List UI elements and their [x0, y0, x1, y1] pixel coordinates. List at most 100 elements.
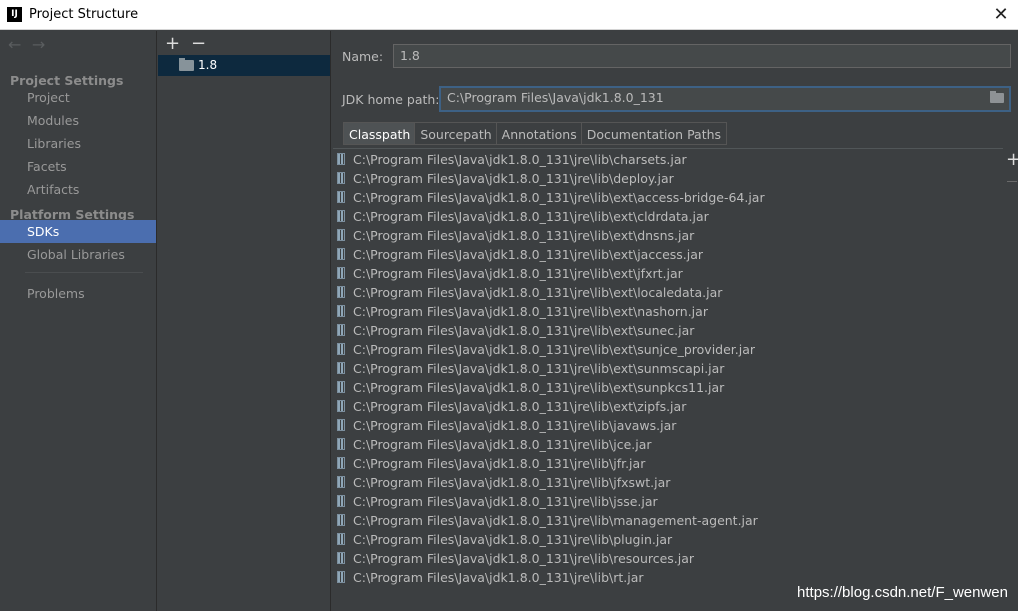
jar-icon: [337, 324, 345, 336]
classpath-path: C:\Program Files\Java\jdk1.8.0_131\jre\l…: [353, 361, 725, 376]
sidebar-item-artifacts[interactable]: Artifacts: [0, 178, 156, 201]
classpath-path: C:\Program Files\Java\jdk1.8.0_131\jre\l…: [353, 532, 673, 547]
classpath-path: C:\Program Files\Java\jdk1.8.0_131\jre\l…: [353, 209, 709, 224]
jar-icon: [337, 229, 345, 241]
classpath-row[interactable]: C:\Program Files\Java\jdk1.8.0_131\jre\l…: [333, 568, 644, 587]
classpath-row[interactable]: C:\Program Files\Java\jdk1.8.0_131\jre\l…: [333, 492, 658, 511]
classpath-row[interactable]: C:\Program Files\Java\jdk1.8.0_131\jre\l…: [333, 302, 708, 321]
sidebar-item-global-libraries[interactable]: Global Libraries: [0, 243, 156, 266]
classpath-path: C:\Program Files\Java\jdk1.8.0_131\jre\l…: [353, 513, 758, 528]
jar-icon: [337, 438, 345, 450]
sdk-details-panel: Name: 1.8 JDK home path: C:\Program File…: [331, 31, 1018, 611]
classpath-path: C:\Program Files\Java\jdk1.8.0_131\jre\l…: [353, 399, 687, 414]
jar-icon: [337, 495, 345, 507]
classpath-path: C:\Program Files\Java\jdk1.8.0_131\jre\l…: [353, 171, 674, 186]
tab-annotations[interactable]: Annotations: [495, 122, 583, 145]
jar-icon: [337, 476, 345, 488]
jar-icon: [337, 533, 345, 545]
jar-icon: [337, 172, 345, 184]
tab-sourcepath[interactable]: Sourcepath: [414, 122, 498, 145]
jar-icon: [337, 419, 345, 431]
classpath-row[interactable]: C:\Program Files\Java\jdk1.8.0_131\jre\l…: [333, 340, 755, 359]
folder-icon: [179, 58, 194, 71]
sdk-list-panel: + − 1.8: [157, 31, 331, 611]
sidebar-item-modules[interactable]: Modules: [0, 109, 156, 132]
jdk-home-path-field[interactable]: C:\Program Files\Java\jdk1.8.0_131: [439, 86, 1011, 112]
classpath-row[interactable]: C:\Program Files\Java\jdk1.8.0_131\jre\l…: [333, 397, 686, 416]
classpath-path: C:\Program Files\Java\jdk1.8.0_131\jre\l…: [353, 456, 646, 471]
jar-icon: [337, 267, 345, 279]
tab-classpath[interactable]: Classpath: [343, 122, 417, 145]
classpath-row[interactable]: C:\Program Files\Java\jdk1.8.0_131\jre\l…: [333, 169, 674, 188]
jar-icon: [337, 457, 345, 469]
classpath-row[interactable]: C:\Program Files\Java\jdk1.8.0_131\jre\l…: [333, 245, 703, 264]
classpath-row[interactable]: C:\Program Files\Java\jdk1.8.0_131\jre\l…: [333, 416, 676, 435]
jdk-home-path-value: C:\Program Files\Java\jdk1.8.0_131: [447, 90, 664, 105]
jar-icon: [337, 514, 345, 526]
classpath-row[interactable]: C:\Program Files\Java\jdk1.8.0_131\jre\l…: [333, 454, 645, 473]
classpath-path: C:\Program Files\Java\jdk1.8.0_131\jre\l…: [353, 285, 723, 300]
classpath-row[interactable]: C:\Program Files\Java\jdk1.8.0_131\jre\l…: [333, 188, 765, 207]
remove-sdk-button[interactable]: −: [191, 33, 206, 54]
classpath-path: C:\Program Files\Java\jdk1.8.0_131\jre\l…: [353, 323, 695, 338]
classpath-row[interactable]: C:\Program Files\Java\jdk1.8.0_131\jre\l…: [333, 283, 722, 302]
classpath-path: C:\Program Files\Java\jdk1.8.0_131\jre\l…: [353, 494, 658, 509]
jar-icon: [337, 362, 345, 374]
classpath-row[interactable]: C:\Program Files\Java\jdk1.8.0_131\jre\l…: [333, 378, 724, 397]
classpath-path: C:\Program Files\Java\jdk1.8.0_131\jre\l…: [353, 551, 695, 566]
classpath-path: C:\Program Files\Java\jdk1.8.0_131\jre\l…: [353, 380, 725, 395]
sidebar-item-sdks[interactable]: SDKs: [0, 220, 156, 243]
settings-sidebar: ← → Project Settings Project Modules Librar…: [0, 31, 157, 611]
sidebar-item-facets[interactable]: Facets: [0, 155, 156, 178]
classpath-path: C:\Program Files\Java\jdk1.8.0_131\jre\l…: [353, 190, 765, 205]
jar-icon: [337, 153, 345, 165]
classpath-row[interactable]: C:\Program Files\Java\jdk1.8.0_131\jre\l…: [333, 264, 683, 283]
jar-icon: [337, 552, 345, 564]
watermark: https://blog.csdn.net/F_wenwen: [797, 584, 1008, 601]
forward-arrow-icon[interactable]: →: [32, 35, 52, 54]
add-path-button[interactable]: +: [1006, 149, 1018, 170]
sdk-item-1-8[interactable]: 1.8: [158, 55, 330, 76]
jar-icon: [337, 400, 345, 412]
classpath-row[interactable]: C:\Program Files\Java\jdk1.8.0_131\jre\l…: [333, 359, 724, 378]
jar-icon: [337, 343, 345, 355]
classpath-path: C:\Program Files\Java\jdk1.8.0_131\jre\l…: [353, 228, 695, 243]
classpath-path: C:\Program Files\Java\jdk1.8.0_131\jre\l…: [353, 342, 756, 357]
classpath-path: C:\Program Files\Java\jdk1.8.0_131\jre\l…: [353, 247, 704, 262]
classpath-row[interactable]: C:\Program Files\Java\jdk1.8.0_131\jre\l…: [333, 150, 687, 169]
separator: [25, 272, 143, 273]
sidebar-item-libraries[interactable]: Libraries: [0, 132, 156, 155]
name-field[interactable]: 1.8: [393, 44, 1011, 68]
classpath-list[interactable]: C:\Program Files\Java\jdk1.8.0_131\jre\l…: [333, 148, 1003, 589]
classpath-row[interactable]: C:\Program Files\Java\jdk1.8.0_131\jre\l…: [333, 511, 758, 530]
jar-icon: [337, 305, 345, 317]
jar-icon: [337, 191, 345, 203]
remove-path-button[interactable]: [1007, 181, 1017, 182]
classpath-row[interactable]: C:\Program Files\Java\jdk1.8.0_131\jre\l…: [333, 321, 694, 340]
classpath-path: C:\Program Files\Java\jdk1.8.0_131\jre\l…: [353, 304, 708, 319]
classpath-row[interactable]: C:\Program Files\Java\jdk1.8.0_131\jre\l…: [333, 435, 652, 454]
classpath-path: C:\Program Files\Java\jdk1.8.0_131\jre\l…: [353, 437, 652, 452]
jdk-home-path-label: JDK home path:: [342, 92, 440, 107]
classpath-path: C:\Program Files\Java\jdk1.8.0_131\jre\l…: [353, 152, 687, 167]
browse-folder-icon[interactable]: [990, 91, 1004, 103]
classpath-path: C:\Program Files\Java\jdk1.8.0_131\jre\l…: [353, 266, 683, 281]
classpath-row[interactable]: C:\Program Files\Java\jdk1.8.0_131\jre\l…: [333, 207, 709, 226]
add-sdk-button[interactable]: +: [165, 33, 180, 54]
classpath-row[interactable]: C:\Program Files\Java\jdk1.8.0_131\jre\l…: [333, 530, 672, 549]
jar-icon: [337, 381, 345, 393]
jar-icon: [337, 571, 345, 583]
classpath-row[interactable]: C:\Program Files\Java\jdk1.8.0_131\jre\l…: [333, 226, 694, 245]
classpath-path: C:\Program Files\Java\jdk1.8.0_131\jre\l…: [353, 418, 677, 433]
classpath-row[interactable]: C:\Program Files\Java\jdk1.8.0_131\jre\l…: [333, 473, 670, 492]
classpath-row[interactable]: C:\Program Files\Java\jdk1.8.0_131\jre\l…: [333, 549, 694, 568]
tab-documentation-paths[interactable]: Documentation Paths: [580, 122, 728, 145]
sidebar-item-problems[interactable]: Problems: [0, 282, 156, 305]
title-bar: IJ Project Structure ✕: [0, 0, 1018, 30]
back-arrow-icon[interactable]: ←: [8, 35, 28, 54]
jar-icon: [337, 286, 345, 298]
sidebar-item-project[interactable]: Project: [0, 86, 156, 109]
jar-icon: [337, 248, 345, 260]
close-icon[interactable]: ✕: [990, 4, 1012, 26]
name-label: Name:: [342, 49, 384, 64]
